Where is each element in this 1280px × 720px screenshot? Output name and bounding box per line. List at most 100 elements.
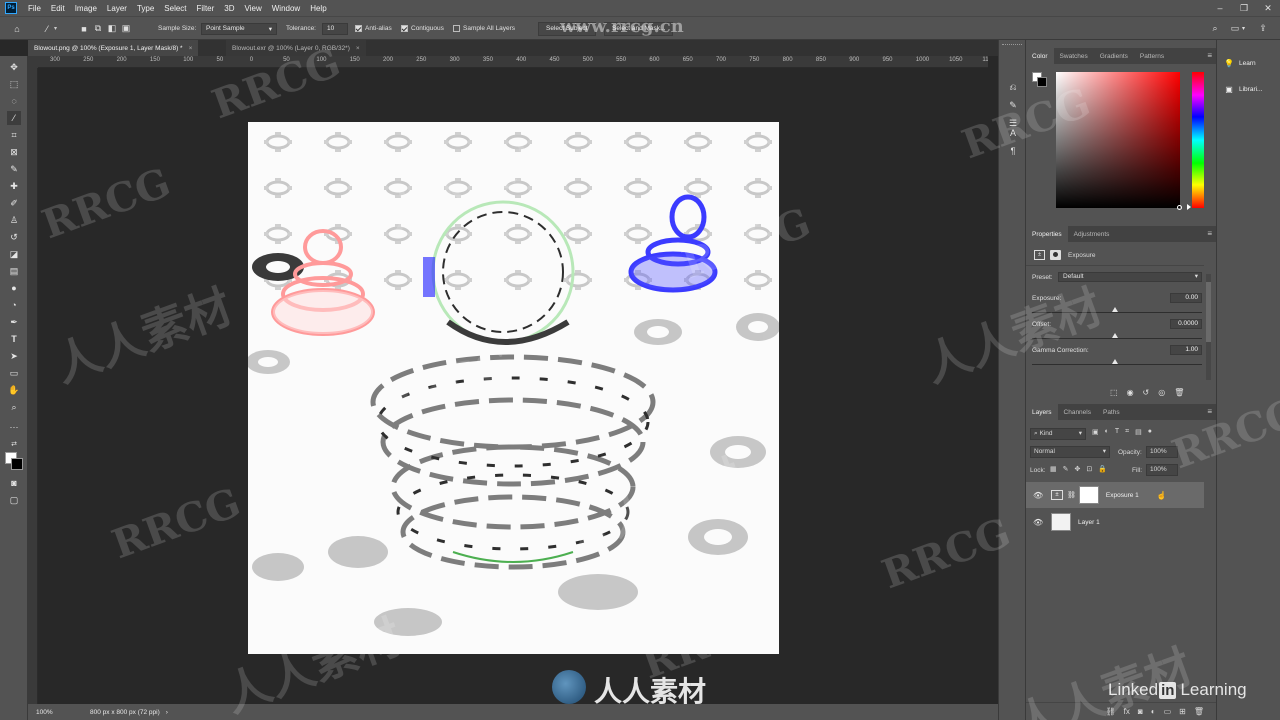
- panel-menu-icon[interactable]: ≡: [1207, 407, 1212, 416]
- close-tab-icon[interactable]: ×: [356, 45, 360, 52]
- close-icon[interactable]: ✕: [1256, 0, 1280, 16]
- color-field[interactable]: [1056, 72, 1182, 210]
- tab-patterns[interactable]: Patterns: [1134, 48, 1170, 64]
- new-layer-icon[interactable]: ⊞: [1179, 707, 1186, 716]
- tab-channels[interactable]: Channels: [1058, 404, 1097, 420]
- exposure-slider-track[interactable]: [1032, 312, 1202, 313]
- exposure-input[interactable]: 0.00: [1170, 293, 1202, 303]
- crop-tool-icon[interactable]: ⌗: [7, 128, 21, 142]
- brush-tool-icon[interactable]: ✐: [7, 196, 21, 210]
- lock-artboard-icon[interactable]: ⊡: [1086, 465, 1092, 473]
- marquee-tool-icon[interactable]: ⬚: [7, 77, 21, 91]
- delete-layer-icon[interactable]: 🗑: [1194, 707, 1204, 716]
- hue-slider-thumb[interactable]: [1187, 204, 1191, 210]
- exposure-slider-thumb[interactable]: [1112, 307, 1118, 312]
- status-menu-chevron-icon[interactable]: ›: [166, 709, 168, 716]
- photoshop-logo-icon[interactable]: Ps: [5, 2, 17, 14]
- gamma-input[interactable]: 1.00: [1170, 345, 1202, 355]
- path-selection-tool-icon[interactable]: ➤: [7, 349, 21, 363]
- pixel-filter-icon[interactable]: ▣: [1092, 428, 1099, 436]
- lock-all-icon[interactable]: 🔒: [1098, 465, 1107, 473]
- background-color-swatch[interactable]: [11, 458, 23, 470]
- search-icon[interactable]: ⌕: [1208, 22, 1222, 36]
- menu-edit[interactable]: Edit: [46, 4, 70, 13]
- layer-name[interactable]: Exposure 1: [1106, 492, 1139, 499]
- home-icon[interactable]: ⌂: [10, 22, 24, 36]
- tab-color[interactable]: Color: [1026, 48, 1054, 64]
- zoom-tool-icon[interactable]: ⌕: [7, 400, 21, 414]
- sample-size-select[interactable]: Point Sample ▾: [201, 22, 277, 35]
- new-group-icon[interactable]: ▭: [1164, 707, 1172, 716]
- lock-image-icon[interactable]: ✎: [1063, 465, 1069, 473]
- eraser-tool-icon[interactable]: ◪: [7, 247, 21, 261]
- link-icon[interactable]: ⛓: [1067, 491, 1076, 499]
- tab-blowout-png[interactable]: Blowout.png @ 100% (Exposure 1, Layer Ma…: [28, 40, 199, 56]
- intersect-selection-icon[interactable]: ▣: [119, 22, 133, 36]
- layer-row-layer-1[interactable]: 👁 Layer 1: [1026, 509, 1204, 535]
- preset-select[interactable]: Default ▾: [1058, 272, 1202, 282]
- visibility-eye-icon[interactable]: 👁: [1033, 491, 1043, 500]
- tab-layers[interactable]: Layers: [1026, 404, 1058, 420]
- move-tool-icon[interactable]: ✥: [7, 60, 21, 74]
- tab-paths[interactable]: Paths: [1097, 404, 1126, 420]
- offset-input[interactable]: 0.0000: [1170, 319, 1202, 329]
- pen-tool-icon[interactable]: ✒: [7, 315, 21, 329]
- layer-style-icon[interactable]: fx: [1124, 707, 1130, 716]
- anti-alias-checkbox[interactable]: [355, 25, 362, 32]
- menu-layer[interactable]: Layer: [102, 4, 132, 13]
- subtract-from-selection-icon[interactable]: ◧: [105, 22, 119, 36]
- libraries-panel-button[interactable]: ▣ Librari...: [1223, 82, 1262, 96]
- history-brush-tool-icon[interactable]: ↺: [7, 230, 21, 244]
- layer-row-exposure-1[interactable]: 👁 ± ⛓ Exposure 1 ☝: [1026, 482, 1204, 508]
- opacity-input[interactable]: 100%: [1146, 446, 1178, 458]
- shape-filter-icon[interactable]: ⌗: [1125, 428, 1129, 436]
- healing-brush-tool-icon[interactable]: ✚: [7, 179, 21, 193]
- swap-colors-icon[interactable]: ⇄: [7, 437, 21, 451]
- view-previous-icon[interactable]: ◉: [1127, 388, 1134, 397]
- tool-preset-chevron-icon[interactable]: ▾: [54, 25, 57, 32]
- rectangle-tool-icon[interactable]: ▭: [7, 366, 21, 380]
- tab-gradients[interactable]: Gradients: [1094, 48, 1134, 64]
- select-subject-button[interactable]: Select Subject: [538, 21, 596, 36]
- brush-settings-icon[interactable]: ✎: [1006, 98, 1020, 112]
- magic-wand-tool-icon[interactable]: ⁄: [7, 111, 21, 125]
- tab-blowout-exr[interactable]: Blowout.exr @ 100% (Layer 0, RGB/32*) ×: [226, 40, 366, 56]
- paragraph-panel-icon[interactable]: ¶: [1006, 144, 1020, 158]
- maximize-icon[interactable]: ❐: [1232, 0, 1256, 16]
- add-to-selection-icon[interactable]: ⧉: [91, 22, 105, 36]
- workspace-icon[interactable]: ▭: [1228, 22, 1242, 36]
- select-and-mask-button[interactable]: Select and Mask...: [604, 21, 674, 36]
- blend-mode-select[interactable]: Normal ▾: [1030, 446, 1110, 458]
- menu-image[interactable]: Image: [70, 4, 102, 13]
- dodge-tool-icon[interactable]: ◔: [7, 298, 21, 312]
- lock-position-icon[interactable]: ✥: [1075, 465, 1081, 473]
- tab-swatches[interactable]: Swatches: [1054, 48, 1094, 64]
- frame-tool-icon[interactable]: ⊠: [7, 145, 21, 159]
- offset-slider-track[interactable]: [1032, 338, 1202, 339]
- panel-menu-icon[interactable]: ≡: [1207, 229, 1212, 238]
- gradient-tool-icon[interactable]: ▤: [7, 264, 21, 278]
- exposure-adjustment-icon[interactable]: ±: [1034, 250, 1045, 260]
- offset-slider-thumb[interactable]: [1112, 333, 1118, 338]
- color-bg-swatch[interactable]: [1037, 77, 1047, 87]
- menu-select[interactable]: Select: [159, 4, 191, 13]
- properties-scrollbar[interactable]: [1206, 274, 1211, 380]
- lock-transparent-icon[interactable]: ▦: [1050, 465, 1057, 473]
- menu-type[interactable]: Type: [132, 4, 159, 13]
- new-adjustment-icon[interactable]: ◐: [1151, 707, 1156, 716]
- menu-help[interactable]: Help: [305, 4, 331, 13]
- tolerance-input[interactable]: 10: [322, 22, 348, 35]
- quick-mask-icon[interactable]: ◙: [7, 476, 21, 490]
- menu-file[interactable]: File: [23, 4, 46, 13]
- layer-name[interactable]: Layer 1: [1078, 519, 1100, 526]
- tab-properties[interactable]: Properties: [1026, 226, 1068, 242]
- minimize-icon[interactable]: –: [1208, 0, 1232, 16]
- close-tab-icon[interactable]: ×: [189, 45, 193, 52]
- lasso-tool-icon[interactable]: ◌: [7, 94, 21, 108]
- hue-slider[interactable]: [1192, 72, 1204, 208]
- color-picker-handle[interactable]: [1177, 205, 1182, 210]
- filter-toggle-icon[interactable]: ●: [1148, 428, 1152, 436]
- type-filter-icon[interactable]: T: [1115, 428, 1119, 436]
- document-canvas[interactable]: [248, 122, 779, 654]
- hand-tool-icon[interactable]: ✋: [7, 383, 21, 397]
